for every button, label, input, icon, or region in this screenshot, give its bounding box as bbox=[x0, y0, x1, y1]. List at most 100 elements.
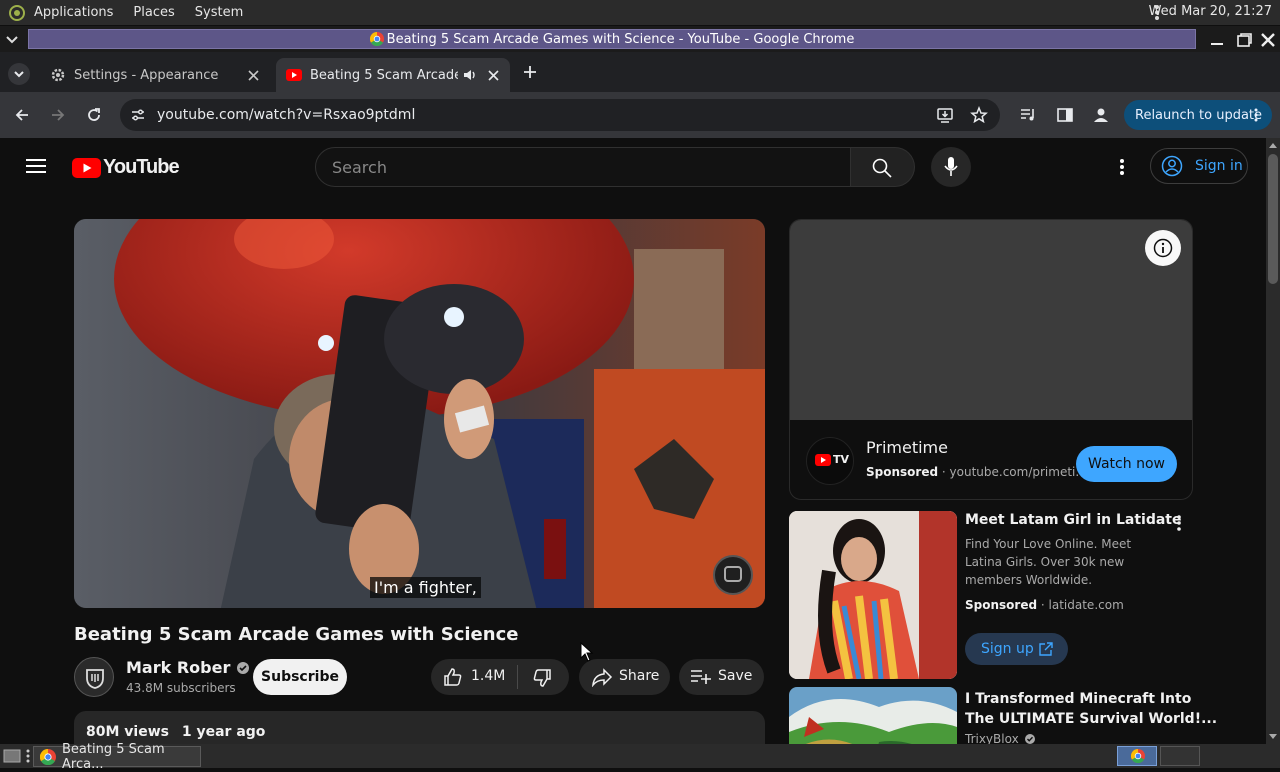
side-panel-icon[interactable] bbox=[1056, 106, 1074, 124]
video-title: Beating 5 Scam Arcade Games with Science bbox=[74, 624, 519, 645]
tab-search-icon[interactable] bbox=[8, 63, 30, 85]
window-menu-chevron-icon[interactable] bbox=[4, 31, 20, 47]
voice-search-button[interactable] bbox=[931, 147, 971, 187]
sign-up-label: Sign up bbox=[981, 641, 1034, 657]
sponsored-thumbnail[interactable] bbox=[789, 511, 957, 679]
thumbs-down-icon[interactable] bbox=[532, 668, 552, 688]
watch-now-button[interactable]: Watch now bbox=[1076, 446, 1177, 482]
sponsored-title[interactable]: Meet Latam Girl in Latidate bbox=[965, 512, 1181, 528]
clock[interactable]: Wed Mar 20, 21:27 bbox=[1149, 4, 1272, 19]
forward-arrow-icon[interactable] bbox=[50, 107, 66, 123]
sign-in-label: Sign in bbox=[1195, 158, 1243, 174]
description-box[interactable]: 80M views 1 year ago bbox=[74, 711, 765, 744]
sponsored-domain: latidate.com bbox=[1048, 598, 1124, 612]
gnome-foot-icon[interactable] bbox=[8, 4, 26, 21]
suggested-channel[interactable]: TrixyBlox bbox=[965, 732, 1019, 744]
chrome-icon bbox=[40, 749, 56, 765]
maximize-icon[interactable] bbox=[1236, 32, 1252, 48]
window-title-area[interactable]: Beating 5 Scam Arcade Games with Science… bbox=[28, 29, 1196, 49]
ad-title: Primetime bbox=[866, 438, 948, 457]
sponsored-label: Sponsored bbox=[965, 598, 1038, 612]
address-bar[interactable]: youtube.com/watch?v=Rsxao9ptdml bbox=[120, 99, 1000, 131]
info-icon bbox=[1153, 238, 1173, 258]
search-input[interactable]: Search bbox=[315, 147, 851, 187]
share-icon bbox=[592, 668, 613, 687]
gear-icon bbox=[51, 68, 65, 82]
hamburger-menu-icon[interactable] bbox=[26, 158, 46, 174]
suggested-title-line1: I Transformed Minecraft Into bbox=[965, 691, 1192, 707]
relaunch-label: Relaunch to update bbox=[1135, 107, 1263, 123]
close-tab-icon[interactable] bbox=[248, 70, 259, 81]
applications-menu[interactable]: Applications bbox=[34, 5, 113, 20]
video-thumbnail[interactable] bbox=[789, 687, 957, 744]
settings-more-icon[interactable] bbox=[1119, 158, 1125, 176]
taskbar-handle-icon bbox=[26, 749, 30, 763]
workspace-switcher[interactable] bbox=[1117, 746, 1157, 766]
search-placeholder: Search bbox=[332, 157, 387, 177]
bottom-taskbar: Beating 5 Scam Arca... bbox=[0, 742, 1280, 772]
channel-name-row[interactable]: Mark Rober bbox=[126, 658, 250, 677]
ad-avatar: TV bbox=[806, 437, 854, 485]
channel-logo-icon bbox=[86, 669, 104, 689]
subscribe-button[interactable]: Subscribe bbox=[253, 659, 347, 695]
save-label: Save bbox=[718, 668, 753, 684]
like-divider bbox=[517, 665, 518, 689]
bookmark-star-icon[interactable] bbox=[970, 106, 988, 124]
share-button[interactable]: Share bbox=[579, 659, 670, 695]
close-tab-icon[interactable] bbox=[488, 70, 499, 81]
search-icon bbox=[872, 158, 892, 178]
ad-info-button[interactable] bbox=[1145, 230, 1181, 266]
sign-up-button[interactable]: Sign up bbox=[965, 633, 1068, 665]
search-button[interactable] bbox=[851, 147, 915, 187]
scrollbar-thumb[interactable] bbox=[1268, 154, 1278, 284]
tv-logo-text: TV bbox=[833, 453, 850, 466]
ad-media[interactable] bbox=[790, 220, 1192, 420]
show-desktop-icon[interactable] bbox=[3, 748, 21, 764]
like-count[interactable]: 1.4M bbox=[471, 668, 505, 684]
audio-playing-icon[interactable] bbox=[462, 68, 478, 82]
workspace-2[interactable] bbox=[1160, 746, 1200, 766]
ad-card[interactable]: TV Primetime Sponsored · youtube.com/pri… bbox=[789, 219, 1193, 500]
channel-avatar[interactable] bbox=[74, 657, 114, 697]
system-menu[interactable]: System bbox=[195, 5, 243, 20]
page-scrollbar[interactable] bbox=[1266, 138, 1280, 744]
reload-icon[interactable] bbox=[86, 107, 102, 123]
new-tab-icon[interactable] bbox=[522, 64, 538, 80]
suggested-video-title[interactable]: I Transformed Minecraft Into The ULTIMAT… bbox=[965, 689, 1217, 729]
sponsored-description: Find Your Love Online. Meet Latina Girls… bbox=[965, 537, 1132, 587]
minimize-icon[interactable] bbox=[1209, 32, 1225, 48]
save-button[interactable]: Save bbox=[679, 659, 764, 695]
system-top-panel: Applications Places System Wed Mar 20, 2… bbox=[0, 0, 1280, 25]
close-window-icon[interactable] bbox=[1259, 31, 1277, 49]
tab-settings-appearance[interactable]: Settings - Appearance bbox=[38, 58, 270, 92]
youtube-logo[interactable]: YouTube bbox=[72, 156, 180, 179]
video-player[interactable]: I'm a fighter, bbox=[74, 219, 765, 608]
playlist-add-icon bbox=[691, 670, 711, 684]
tab-youtube-video[interactable]: Beating 5 Scam Arcade G bbox=[276, 58, 510, 92]
mouse-cursor-icon bbox=[580, 642, 594, 662]
external-link-icon bbox=[1039, 642, 1053, 656]
ad-sponsored: Sponsored bbox=[866, 465, 939, 479]
taskbar-window-button[interactable]: Beating 5 Scam Arca... bbox=[33, 742, 201, 772]
suggested-title-line2: The ULTIMATE Survival World!... bbox=[965, 711, 1218, 727]
places-menu[interactable]: Places bbox=[133, 5, 174, 20]
scroll-up-arrow-icon[interactable] bbox=[1269, 142, 1277, 148]
chrome-icon bbox=[369, 32, 384, 46]
more-options-icon[interactable] bbox=[1176, 515, 1182, 531]
install-app-icon[interactable] bbox=[936, 106, 954, 124]
view-count: 80M views bbox=[86, 724, 169, 740]
youtube-tv-logo-icon bbox=[815, 454, 831, 466]
channel-watermark-icon bbox=[713, 555, 753, 595]
scroll-down-arrow-icon[interactable] bbox=[1269, 734, 1277, 740]
back-arrow-icon[interactable] bbox=[14, 107, 30, 123]
browser-toolbar: youtube.com/watch?v=Rsxao9ptdml Relaunch… bbox=[0, 92, 1280, 138]
ad-meta: Sponsored · youtube.com/primeti... bbox=[866, 465, 1087, 479]
sign-in-button[interactable]: Sign in bbox=[1150, 148, 1248, 184]
channel-name[interactable]: Mark Rober bbox=[126, 658, 230, 677]
site-info-icon[interactable] bbox=[130, 107, 146, 123]
relaunch-to-update-button[interactable]: Relaunch to update bbox=[1124, 100, 1272, 130]
profile-icon[interactable] bbox=[1092, 106, 1110, 124]
media-controls-icon[interactable] bbox=[1019, 106, 1037, 124]
subscribe-label: Subscribe bbox=[261, 669, 339, 685]
thumbs-up-icon[interactable] bbox=[443, 667, 463, 687]
